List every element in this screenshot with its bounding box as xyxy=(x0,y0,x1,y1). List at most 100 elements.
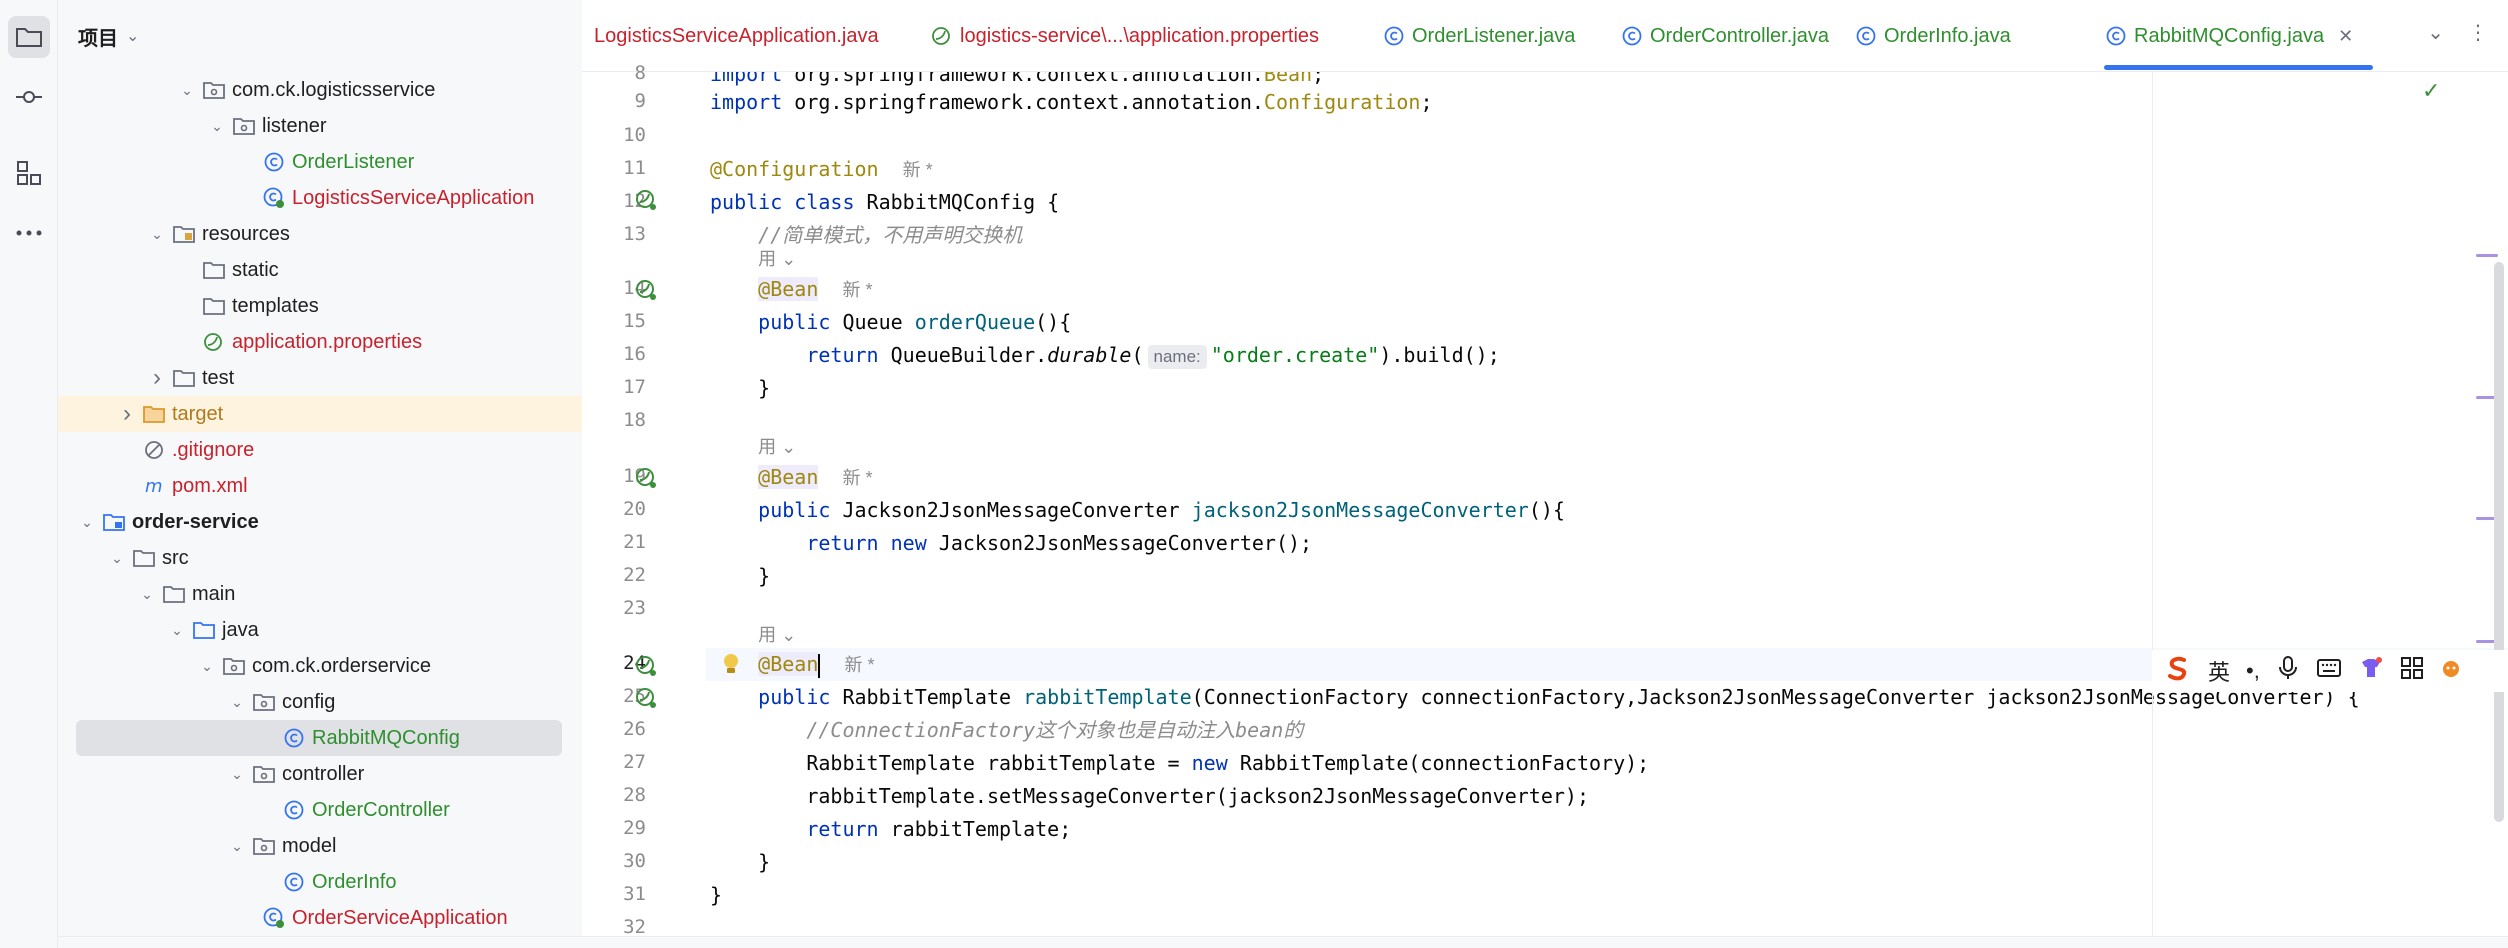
tree-item[interactable]: ⌄ src xyxy=(58,540,568,576)
line-number[interactable]: 16 xyxy=(586,343,646,365)
editor-tab[interactable]: OrderInfo.java xyxy=(1854,0,2011,72)
line-number[interactable]: 29 xyxy=(586,817,646,839)
line-number[interactable]: 28 xyxy=(586,784,646,806)
more-icon[interactable] xyxy=(8,212,50,254)
code-line-16[interactable]: return QueueBuilder.durable(name: "order.… xyxy=(710,339,1500,372)
chevron-right-icon[interactable]: › xyxy=(148,364,166,392)
line-number[interactable]: 21 xyxy=(586,531,646,553)
tree-item[interactable]: .gitignore xyxy=(58,432,568,468)
author-hint[interactable]: 新 * xyxy=(903,160,933,180)
chevron-right-icon[interactable]: › xyxy=(118,400,136,428)
line-number[interactable]: 10 xyxy=(586,124,646,146)
code-line-14[interactable]: @Bean 新 * xyxy=(710,273,873,306)
chevron-down-icon[interactable]: ⌄ xyxy=(228,694,246,711)
code-line-19[interactable]: @Bean 新 * xyxy=(710,461,873,494)
tree-item[interactable]: ⌄ main xyxy=(58,576,568,612)
tree-item[interactable]: ⌄ listener xyxy=(58,108,568,144)
tree-item[interactable]: LogisticsServiceApplication xyxy=(58,180,568,216)
line-number[interactable]: 27 xyxy=(586,751,646,773)
chevron-down-icon[interactable]: ⌄ xyxy=(168,622,186,639)
code-line-26[interactable]: //ConnectionFactory这个对象也是自动注入bean的 xyxy=(710,714,1303,747)
line-number[interactable]: 9 xyxy=(586,90,646,112)
line-number[interactable]: 8 xyxy=(586,62,646,84)
code-line-9[interactable]: import org.springframework.context.annot… xyxy=(710,86,1433,119)
tree-item[interactable]: OrderInfo xyxy=(58,864,568,900)
chevron-down-icon[interactable]: ⌄ xyxy=(148,226,166,243)
keyboard-icon[interactable] xyxy=(2316,657,2342,685)
editor-scrollbar[interactable] xyxy=(2494,262,2504,822)
chevron-down-icon[interactable]: ⌄ xyxy=(228,838,246,855)
tree-item[interactable]: OrderListener xyxy=(58,144,568,180)
tree-item[interactable]: templates xyxy=(58,288,568,324)
tree-item[interactable]: m pom.xml xyxy=(58,468,568,504)
line-number[interactable]: 17 xyxy=(586,376,646,398)
close-icon[interactable]: ✕ xyxy=(2338,26,2353,47)
code-editor[interactable]: import org.springframework.context.annot… xyxy=(706,72,2508,936)
chevron-down-icon[interactable]: ⌄ xyxy=(126,26,139,46)
tree-item[interactable]: ⌄ resources xyxy=(58,216,568,252)
tree-item[interactable]: static xyxy=(58,252,568,288)
spring-bean-gutter-icon[interactable] xyxy=(634,466,658,490)
spring-bean-gutter-icon[interactable] xyxy=(634,188,658,212)
code-line-15[interactable]: public Queue orderQueue(){ xyxy=(710,306,1071,339)
line-number[interactable]: 30 xyxy=(586,850,646,872)
tab-more-icon[interactable]: ⋮ xyxy=(2468,20,2488,45)
project-folder-icon[interactable] xyxy=(8,16,50,58)
tree-item[interactable]: › test xyxy=(58,360,568,396)
editor-tab[interactable]: OrderController.java xyxy=(1620,0,1829,72)
editor-tab[interactable]: OrderListener.java xyxy=(1382,0,1575,72)
chevron-down-icon[interactable]: ⌄ xyxy=(208,118,226,135)
chevron-down-icon[interactable]: ⌄ xyxy=(78,514,96,531)
code-line-29[interactable]: return rabbitTemplate; xyxy=(710,813,1071,846)
tree-item[interactable]: ⌄ order-service xyxy=(58,504,568,540)
structure-icon[interactable] xyxy=(8,152,50,194)
line-number[interactable]: 31 xyxy=(586,883,646,905)
microphone-icon[interactable] xyxy=(2276,655,2300,687)
sogou-mascot-icon[interactable] xyxy=(2440,657,2462,685)
usage-hint[interactable]: 用 ⌄ xyxy=(710,242,796,275)
line-number[interactable]: 11 xyxy=(586,157,646,179)
sogou-logo-icon[interactable] xyxy=(2162,653,2192,689)
code-line-22[interactable]: } xyxy=(710,560,770,593)
line-number[interactable]: 15 xyxy=(586,310,646,332)
tree-item[interactable]: application.properties xyxy=(58,324,568,360)
code-line-21[interactable]: return new Jackson2JsonMessageConverter(… xyxy=(710,527,1312,560)
line-number[interactable]: 26 xyxy=(586,718,646,740)
editor-tab[interactable]: RabbitMQConfig.java ✕ xyxy=(2104,0,2374,72)
line-number[interactable]: 18 xyxy=(586,409,646,431)
usage-hint[interactable]: 用 ⌄ xyxy=(710,618,796,651)
usage-hint[interactable]: 用 ⌄ xyxy=(710,430,796,463)
spring-bean-gutter-icon[interactable] xyxy=(634,654,658,678)
ime-language-toggle[interactable]: 英 xyxy=(2208,655,2230,687)
tree-item[interactable]: OrderController xyxy=(58,792,568,828)
tree-item[interactable]: ⌄ com.ck.orderservice xyxy=(58,648,568,684)
tree-item[interactable]: OrderServiceApplication xyxy=(58,900,568,936)
tree-item[interactable]: ⌄ model xyxy=(58,828,568,864)
ime-punctuation-toggle[interactable]: •, xyxy=(2246,658,2260,684)
toolbox-grid-icon[interactable] xyxy=(2400,656,2424,686)
spring-bean-gutter-icon[interactable] xyxy=(634,278,658,302)
commit-icon[interactable] xyxy=(8,76,50,118)
code-line-17[interactable]: } xyxy=(710,372,770,405)
code-line-25[interactable]: public RabbitTemplate rabbitTemplate(Con… xyxy=(710,681,2359,714)
project-panel-header[interactable]: 项目 ⌄ xyxy=(58,0,582,72)
line-number[interactable]: 13 xyxy=(586,223,646,245)
code-line-27[interactable]: RabbitTemplate rabbitTemplate = new Rabb… xyxy=(710,747,1649,780)
lightbulb-icon[interactable] xyxy=(720,652,742,676)
spring-bean-gutter-icon[interactable] xyxy=(634,686,658,710)
skin-icon[interactable] xyxy=(2358,656,2384,686)
tree-item[interactable]: RabbitMQConfig xyxy=(76,720,562,756)
code-line-28[interactable]: rabbitTemplate.setMessageConverter(jacks… xyxy=(710,780,1589,813)
line-number[interactable]: 32 xyxy=(586,916,646,938)
code-line-30[interactable]: } xyxy=(710,846,770,879)
tree-item[interactable]: ⌄ config xyxy=(58,684,568,720)
inspection-ok-icon[interactable]: ✓ xyxy=(2422,78,2440,104)
tree-item[interactable]: › target xyxy=(58,396,582,432)
line-number[interactable]: 23 xyxy=(586,597,646,619)
tree-item[interactable]: ⌄ com.ck.logisticsservice xyxy=(58,72,568,108)
code-line-11[interactable]: @Configuration 新 * xyxy=(710,153,933,186)
chevron-down-icon[interactable]: ⌄ xyxy=(108,550,126,567)
error-stripe-marker[interactable] xyxy=(2476,254,2498,257)
tree-item[interactable]: ⌄ java xyxy=(58,612,568,648)
tab-list-chevron-icon[interactable]: ⌄ xyxy=(2427,20,2444,45)
